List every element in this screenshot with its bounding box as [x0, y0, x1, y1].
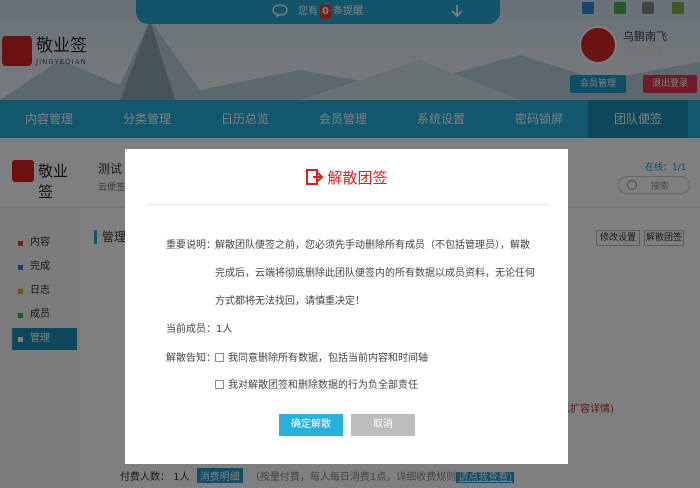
notice-label: 解散告知： — [166, 353, 216, 364]
description-line: 完成后，云端将彻底删除此团队便签内的所有数据以成员资料，无论任何 — [215, 268, 535, 279]
cancel-button[interactable]: 取消 — [351, 414, 415, 436]
agree-responsibility-checkbox[interactable] — [215, 380, 224, 389]
agree-delete-checkbox-row[interactable]: 我同意删除所有数据，包括当前内容和时间轴 — [215, 349, 428, 364]
divider — [148, 204, 548, 205]
agree-delete-checkbox[interactable] — [215, 353, 224, 362]
dialog-title-text: 解散团签 — [327, 169, 388, 187]
member-count-row: 当前成员：1人 — [166, 320, 232, 335]
member-label: 当前成员： — [166, 324, 216, 335]
description-label: 重要说明： — [166, 240, 216, 251]
description-line: 方式都将无法找回，请慎重决定！ — [215, 296, 365, 307]
confirm-dissolve-button[interactable]: 确定解散 — [279, 414, 343, 436]
description-line: 解散团队便签之前，您必须先手动删除所有成员（不包括管理员），解散 — [215, 240, 530, 251]
dissolve-dialog: 解散团签 重要说明： 解散团队便签之前，您必须先手动删除所有成员（不包括管理员）… — [125, 149, 568, 464]
dialog-title: 解散团签 — [125, 167, 568, 189]
agree-responsibility-checkbox-row[interactable]: 我对解散团签和删除数据的行为负全部责任 — [215, 376, 418, 391]
checkbox-label: 我同意删除所有数据，包括当前内容和时间轴 — [228, 353, 428, 364]
member-value: 1人 — [216, 324, 233, 335]
exit-icon — [306, 169, 324, 185]
checkbox-label: 我对解散团签和删除数据的行为负全部责任 — [228, 380, 418, 391]
